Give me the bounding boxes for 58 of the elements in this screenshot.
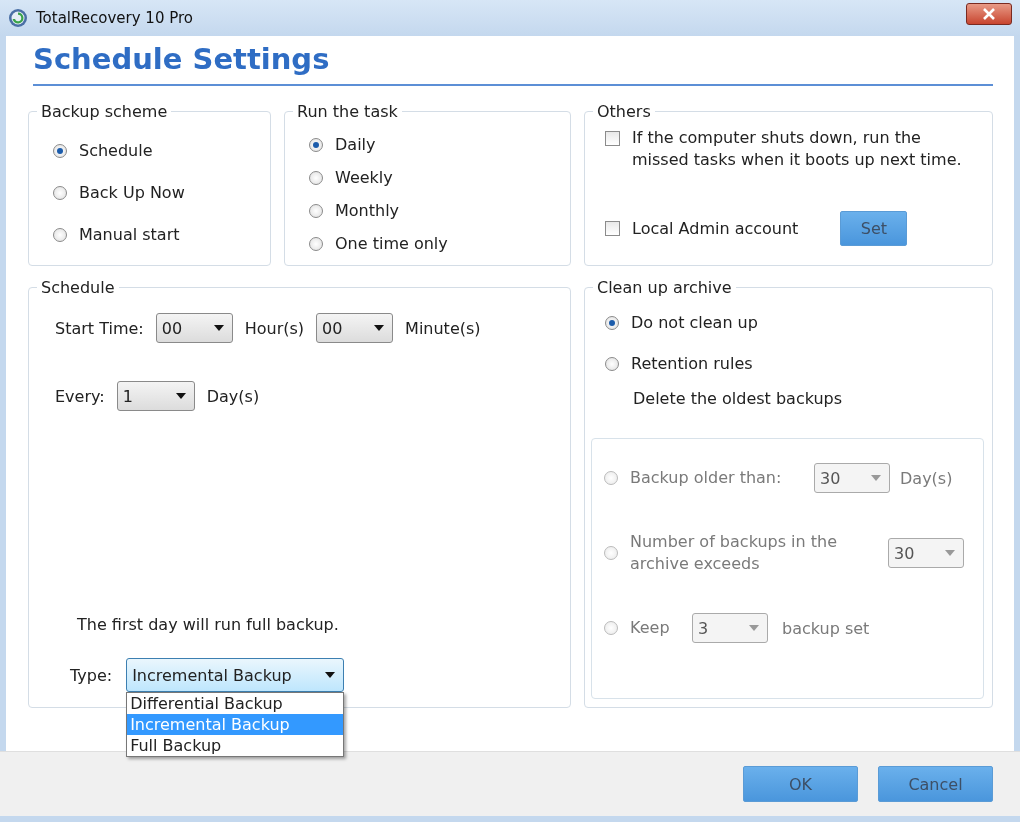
- unit-label: backup set: [782, 618, 870, 638]
- radio-label: Monthly: [335, 201, 400, 220]
- checkbox[interactable]: [605, 221, 620, 236]
- field-label: Type:: [70, 665, 113, 685]
- hour-dropdown[interactable]: 00: [155, 313, 233, 343]
- radio-label: Weekly: [335, 168, 393, 187]
- radio-label: One time only: [335, 234, 448, 253]
- group-title: Others: [596, 102, 652, 121]
- radio-button[interactable]: [309, 203, 323, 218]
- radio-button[interactable]: [309, 236, 323, 251]
- field-label: Start Time:: [55, 318, 144, 338]
- close-icon: [982, 8, 996, 20]
- minute-dropdown[interactable]: 00: [316, 313, 394, 343]
- unit-label: Day(s): [900, 468, 953, 488]
- caret-icon: [213, 325, 224, 331]
- radio-button[interactable]: [605, 356, 619, 371]
- close-button[interactable]: [966, 3, 1012, 25]
- radio-button[interactable]: [53, 143, 67, 158]
- unit-label: Minute(s): [405, 318, 481, 338]
- checkbox-label: If the computer shuts down, run the missed tasks when it boots up next time.: [632, 127, 962, 171]
- caret-icon: [374, 325, 385, 331]
- radio-label: Keep: [630, 617, 671, 639]
- radio-label: Back Up Now: [79, 183, 185, 202]
- page-heading: Schedule Settings: [33, 42, 993, 86]
- info-text: The first day will run full backup.: [77, 615, 340, 634]
- caret-icon: [175, 393, 186, 399]
- window-title: TotalRecovery 10 Pro: [36, 9, 193, 27]
- radio-label: Schedule: [79, 141, 153, 160]
- radio-label: Retention rules: [631, 354, 753, 373]
- radio-label: Manual start: [79, 225, 180, 244]
- group-title: Backup scheme: [40, 102, 169, 121]
- radio-button[interactable]: [53, 227, 67, 242]
- radio-button[interactable]: [309, 137, 323, 152]
- section-label: Delete the oldest backups: [633, 389, 844, 408]
- caret-icon: [325, 672, 336, 678]
- group-title: Clean up archive: [596, 278, 733, 297]
- checkbox[interactable]: [605, 131, 620, 146]
- radio-label: Daily: [335, 135, 376, 154]
- caret-icon: [945, 550, 955, 556]
- checkbox-label: Local Admin account: [632, 219, 799, 238]
- radio-button[interactable]: [605, 315, 619, 330]
- radio-label: Backup older than:: [630, 467, 783, 489]
- field-label: Every:: [55, 386, 105, 406]
- dropdown-option[interactable]: Differential Backup: [127, 693, 344, 714]
- app-icon: [8, 8, 28, 28]
- radio-button[interactable]: [53, 185, 67, 200]
- type-dropdown[interactable]: Incremental Backup: [126, 658, 345, 692]
- interval-dropdown[interactable]: 1: [116, 381, 195, 411]
- radio-button[interactable]: [309, 170, 323, 185]
- unit-label: Day(s): [206, 386, 260, 406]
- caret-icon: [871, 475, 881, 481]
- caret-icon: [749, 625, 759, 631]
- radio-label: Number of backups in the archive exceeds: [630, 531, 839, 575]
- group-title: Schedule: [40, 278, 116, 297]
- group-title: Run the task: [296, 102, 399, 121]
- dropdown-option[interactable]: Full Backup: [127, 735, 344, 756]
- unit-label: Hour(s): [244, 318, 305, 338]
- radio-label: Do not clean up: [631, 313, 758, 332]
